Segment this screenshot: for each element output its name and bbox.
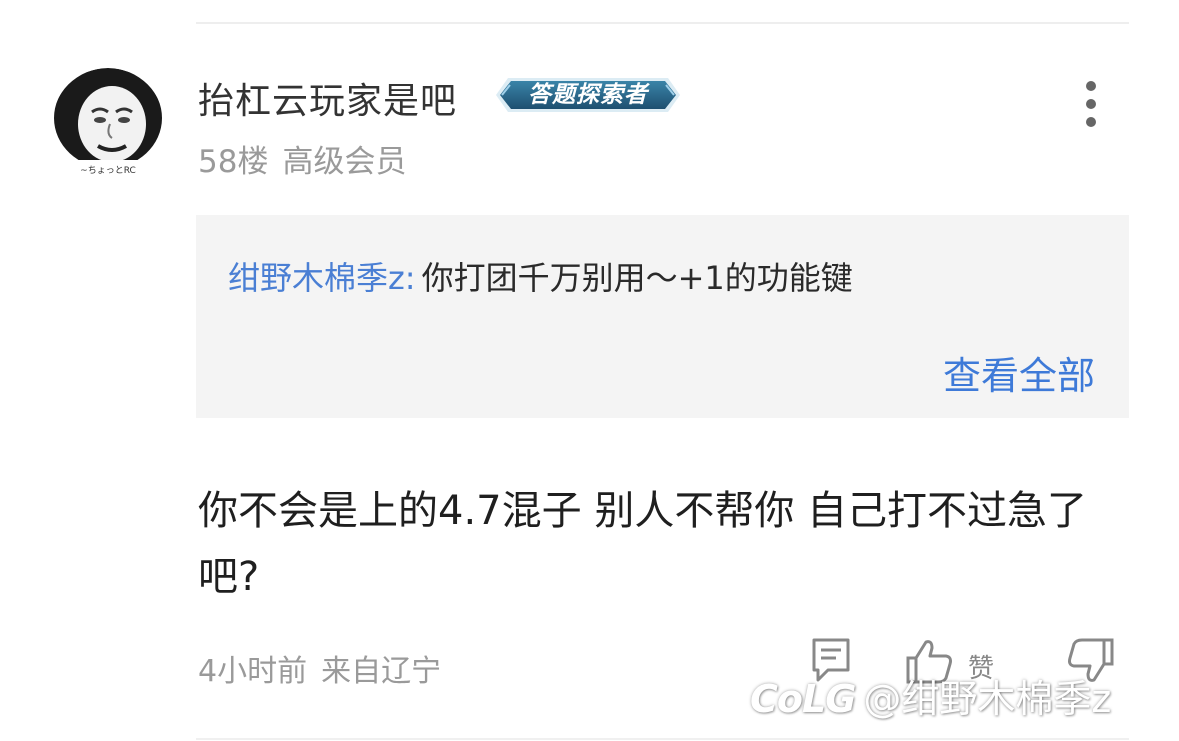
avatar-face-image: ~ちょっとRC (52, 68, 164, 180)
top-divider (196, 22, 1129, 24)
quote-author[interactable]: 绀野木棉季z: (228, 259, 416, 297)
quoted-reply[interactable]: 绀野木棉季z: 你打团千万别用～+1的功能键 查看全部 (196, 215, 1129, 418)
explorer-badge[interactable]: 答题探索者 (494, 72, 682, 118)
floor-number: 58楼 (198, 144, 269, 180)
username[interactable]: 抬杠云玩家是吧 (198, 72, 457, 124)
watermark-handle: @绀野木棉季z (863, 677, 1112, 721)
reply-footer-meta: 4小时前 来自辽宁 (198, 646, 441, 690)
bottom-divider (196, 738, 1129, 740)
avatar-caption: ~ちょっとRC (80, 165, 136, 176)
reply-content: 你不会是上的4.7混子 别人不帮你 自己打不过急了吧? (198, 488, 1088, 600)
watermark: CoLG @绀野木棉季z (750, 668, 1111, 723)
view-all-link[interactable]: 查看全部 (943, 345, 1095, 400)
colg-logo: CoLG (750, 677, 856, 721)
post-time: 4小时前 (198, 654, 308, 689)
quote-line: 绀野木棉季z: 你打团千万别用～+1的功能键 (228, 253, 853, 299)
badge-label: 答题探索者 (528, 82, 648, 108)
member-level: 高级会员 (282, 144, 407, 180)
post-location: 来自辽宁 (321, 654, 442, 689)
avatar[interactable]: ~ちょっとRC (52, 68, 164, 180)
more-vertical-icon[interactable] (1078, 78, 1104, 128)
post-meta: 58楼 高级会员 (198, 136, 406, 181)
quote-text: 你打团千万别用～+1的功能键 (421, 259, 853, 297)
